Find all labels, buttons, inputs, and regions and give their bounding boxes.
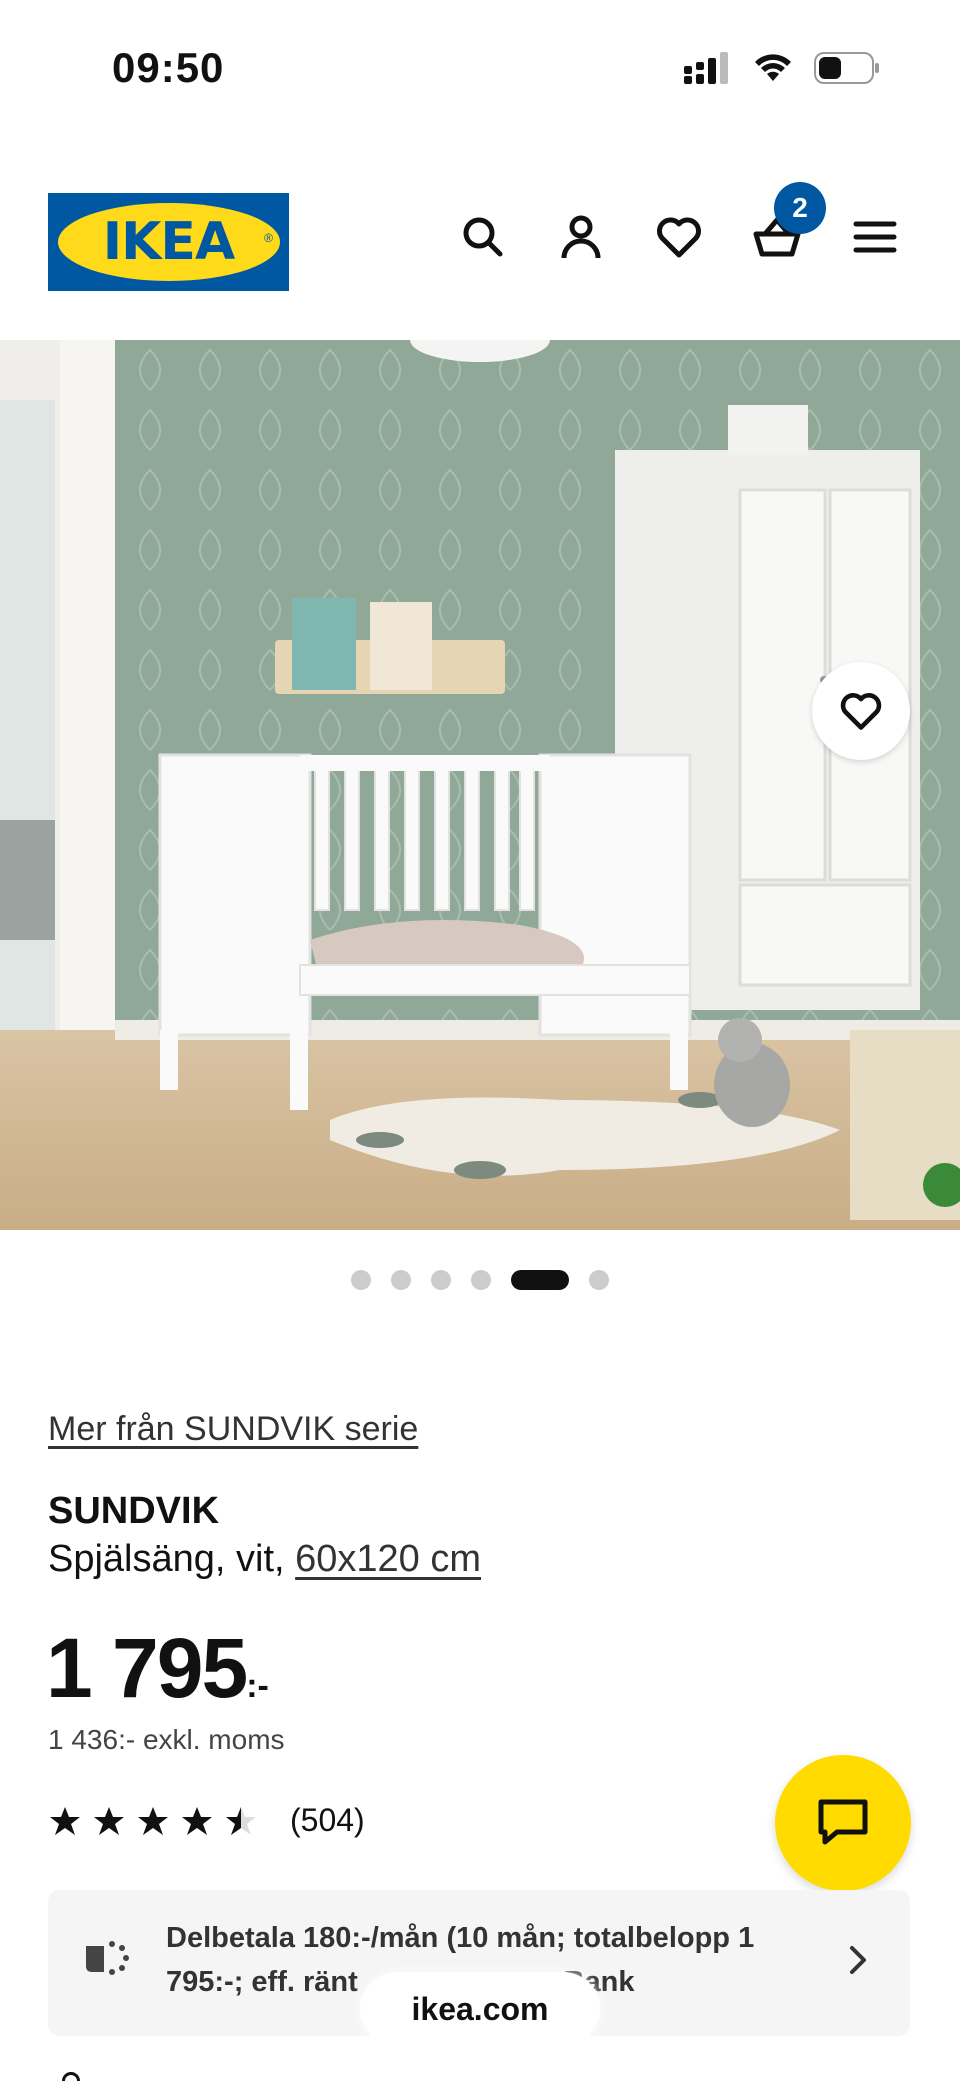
- star-icon: [50, 1806, 80, 1835]
- product-description: Spjälsäng, vit, 60x120 cm: [48, 1538, 481, 1581]
- installment-line-2-start: 795:-; eff. ränt: [166, 1966, 358, 1998]
- search-icon: [463, 217, 503, 257]
- logo-oval: IKEA: [57, 203, 280, 281]
- nursery-room-illustration: [0, 340, 960, 1230]
- signal-icon: [684, 52, 728, 84]
- search-button[interactable]: [458, 212, 508, 262]
- header-nav: 2: [458, 182, 900, 262]
- price-suffix: :-: [246, 1667, 269, 1705]
- status-bar: 09:50: [0, 0, 960, 130]
- heart-icon: [840, 693, 882, 730]
- star-icon: [94, 1806, 124, 1835]
- cart-count-badge: 2: [774, 182, 826, 234]
- star-icon: [182, 1806, 212, 1835]
- site-header: IKEA ® 2: [0, 182, 960, 294]
- menu-button[interactable]: [850, 212, 900, 262]
- price-value: 1 795: [46, 1621, 248, 1715]
- user-icon: [561, 215, 601, 259]
- heart-icon: [657, 217, 701, 258]
- logo-registered-mark: ®: [264, 231, 273, 245]
- status-time: 09:50: [112, 44, 225, 91]
- save-to-favourites-button[interactable]: [812, 662, 910, 760]
- installment-line-1: Delbetala 180:-/mån (10 mån; totalbelopp…: [166, 1922, 755, 1954]
- menu-icon: [853, 221, 897, 253]
- star-icon: [138, 1806, 168, 1835]
- carousel-dot[interactable]: [471, 1270, 491, 1290]
- cart-button[interactable]: 2: [752, 182, 826, 262]
- ikea-logo[interactable]: IKEA ®: [48, 193, 289, 291]
- chat-icon: [818, 1799, 868, 1845]
- product-price: 1 795:-: [46, 1620, 269, 1717]
- star-icon: [226, 1806, 256, 1835]
- size-link[interactable]: 60x120 cm: [295, 1538, 481, 1580]
- chat-button[interactable]: [775, 1755, 911, 1891]
- price-excl-vat: 1 436:- exkl. moms: [48, 1724, 285, 1755]
- rating-stars: [48, 1805, 258, 1837]
- carousel-dot[interactable]: [391, 1270, 411, 1290]
- partial-icon: [62, 2072, 80, 2081]
- product-rating[interactable]: (504): [48, 1802, 365, 1839]
- logo-text: IKEA: [102, 212, 235, 272]
- account-button[interactable]: [556, 212, 606, 262]
- carousel-indicator: [0, 1270, 960, 1290]
- carousel-dot[interactable]: [431, 1270, 451, 1290]
- status-icons: [684, 52, 880, 84]
- carousel-dot[interactable]: [351, 1270, 371, 1290]
- series-link[interactable]: Mer från SUNDVIK serie: [48, 1410, 418, 1449]
- product-image[interactable]: [0, 340, 960, 1230]
- favourites-button[interactable]: [654, 212, 704, 262]
- product-type: Spjälsäng, vit,: [48, 1538, 296, 1580]
- chevron-right-icon: [850, 1946, 866, 1974]
- carousel-dot[interactable]: [589, 1270, 609, 1290]
- battery-icon: [814, 52, 879, 84]
- carousel-dot[interactable]: [511, 1270, 569, 1290]
- browser-url-bar[interactable]: ikea.com: [360, 1972, 600, 2046]
- wifi-icon: [755, 54, 791, 81]
- product-name: SUNDVIK: [48, 1490, 220, 1532]
- card-payment-icon: [86, 1941, 129, 1975]
- rating-count: (504): [290, 1802, 365, 1838]
